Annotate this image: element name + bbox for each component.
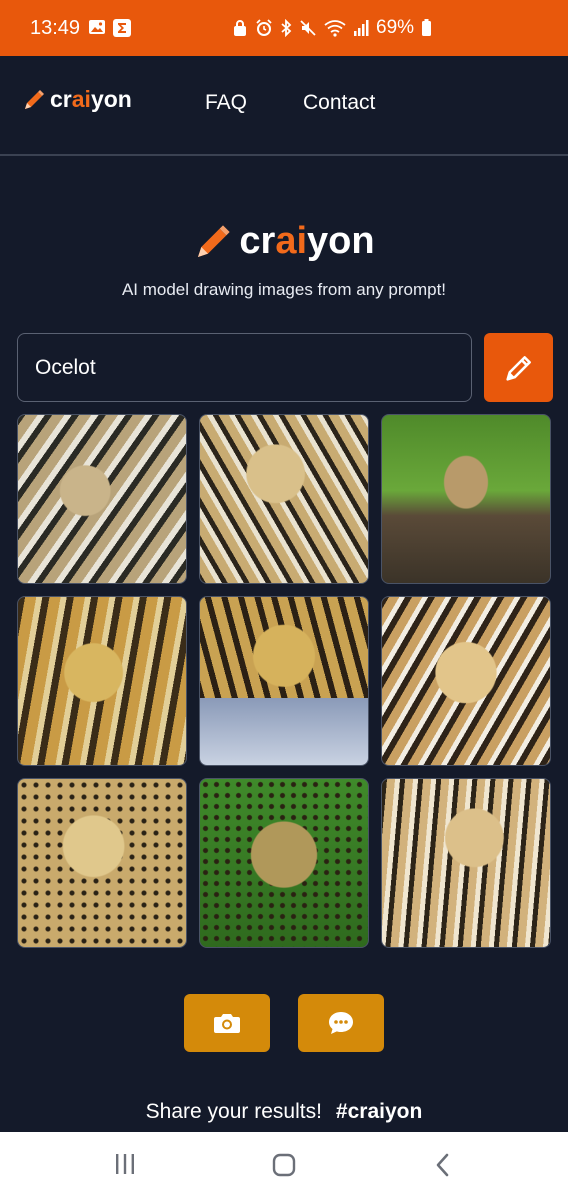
generated-image[interactable] xyxy=(381,778,551,948)
generated-image[interactable] xyxy=(199,778,369,948)
status-time: 13:49 xyxy=(30,17,81,39)
feedback-button[interactable] xyxy=(298,994,384,1052)
system-nav-bar xyxy=(0,1132,568,1200)
generated-image[interactable] xyxy=(17,414,187,584)
battery-icon xyxy=(422,19,432,36)
tagline: AI model drawing images from any prompt! xyxy=(121,280,447,299)
generated-image[interactable] xyxy=(17,596,187,766)
share-text: Share your results! xyxy=(145,1100,322,1123)
status-left-icons xyxy=(88,18,132,38)
lock-notification-icon xyxy=(234,20,246,36)
pencil-icon xyxy=(505,355,531,381)
share-hashtag[interactable]: #craiyon xyxy=(336,1100,422,1123)
recent-apps-icon[interactable] xyxy=(112,1152,138,1176)
hero-logo-text: craiyon xyxy=(239,220,375,262)
mute-icon xyxy=(300,20,316,36)
nav-logo-text: craiyon xyxy=(50,86,132,112)
draw-button[interactable] xyxy=(484,333,553,402)
nav-logo[interactable]: craiyon xyxy=(22,86,132,113)
pencil-logo-icon xyxy=(198,224,231,257)
battery-percent: 69% xyxy=(376,17,415,38)
signal-icon xyxy=(354,20,369,36)
status-right-icons: 69% xyxy=(232,0,432,56)
site-navbar: craiyon FAQ Contact xyxy=(0,56,568,156)
home-icon[interactable] xyxy=(271,1152,297,1178)
camera-icon xyxy=(214,1014,240,1033)
pencil-logo-icon xyxy=(25,89,44,109)
generated-image[interactable] xyxy=(381,596,551,766)
prompt-input[interactable]: Ocelot xyxy=(17,333,472,402)
status-bar: 13:49 69% xyxy=(0,0,568,56)
generated-image[interactable] xyxy=(199,414,369,584)
alarm-icon xyxy=(256,19,272,36)
generated-image[interactable] xyxy=(199,596,369,766)
back-icon[interactable] xyxy=(432,1152,454,1178)
wifi-icon xyxy=(324,20,346,37)
hero-logo: craiyon xyxy=(0,220,568,263)
share-line: Share your results! #craiyon xyxy=(0,1100,568,1124)
generated-image[interactable] xyxy=(381,414,551,584)
gallery-icon xyxy=(89,20,105,34)
prompt-input-value: Ocelot xyxy=(35,355,96,379)
generated-image[interactable] xyxy=(17,778,187,948)
nav-link-contact[interactable]: Contact xyxy=(303,91,375,115)
chat-bubble-icon xyxy=(329,1012,353,1034)
screenshot-button[interactable] xyxy=(184,994,270,1052)
bluetooth-icon xyxy=(281,19,292,37)
nav-link-faq[interactable]: FAQ xyxy=(205,91,247,115)
sigma-app-icon xyxy=(113,19,131,37)
